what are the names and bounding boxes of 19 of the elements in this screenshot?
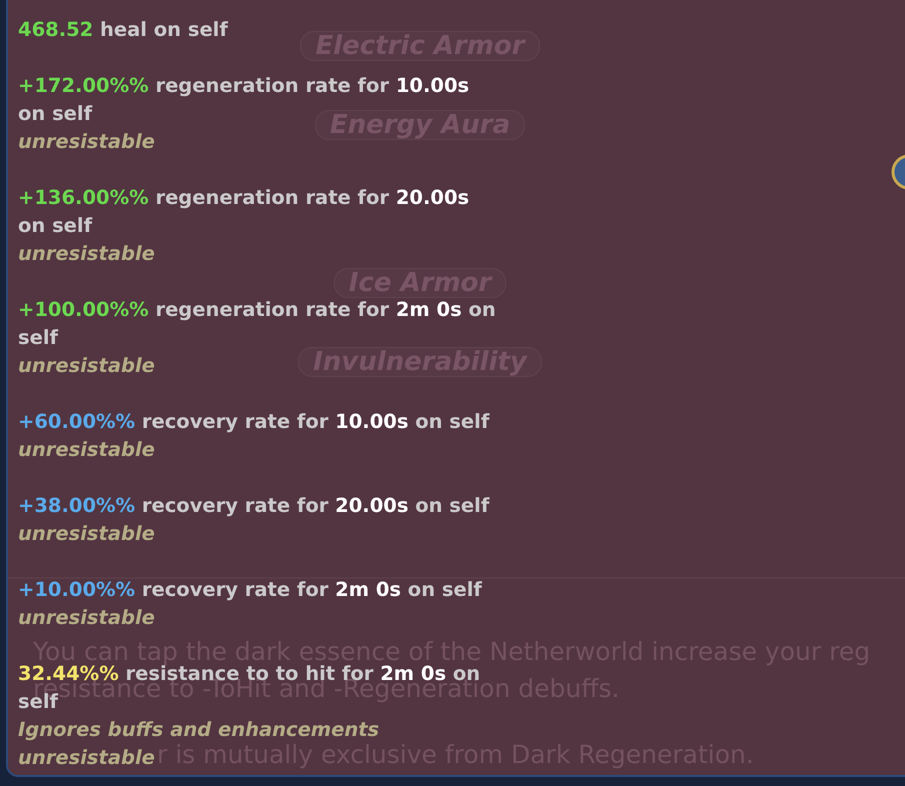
effect-text: +38.00%% recovery rate for 20.00s on self <box>18 494 490 518</box>
effect-text: +10.00%% recovery rate for 2m 0s on self <box>18 578 482 602</box>
effect-text-continued: self <box>18 326 58 350</box>
effect-text: +136.00%% regeneration rate for 20.00s <box>18 186 470 210</box>
effect-note: unresistable <box>18 522 155 546</box>
effect-note: unresistable <box>18 438 155 462</box>
effect-text: +172.00%% regeneration rate for 10.00s <box>18 74 470 98</box>
effect-text-continued: on self <box>18 102 92 126</box>
effect-text-continued: on self <box>18 214 92 238</box>
effect-text: 468.52 heal on self <box>18 18 228 42</box>
effect-note: unresistable <box>18 746 155 770</box>
effect-note: unresistable <box>18 354 155 378</box>
effect-text: 32.44%% resistance to to hit for 2m 0s on <box>18 662 480 685</box>
effect-note: unresistable <box>18 242 155 266</box>
effect-note: Ignores buffs and enhancements <box>18 718 380 742</box>
effect-note: unresistable <box>18 130 155 154</box>
effect-text: +100.00%% regeneration rate for 2m 0s on <box>18 298 496 322</box>
effect-text: +60.00%% recovery rate for 10.00s on self <box>18 410 490 434</box>
effect-note: unresistable <box>18 606 155 630</box>
